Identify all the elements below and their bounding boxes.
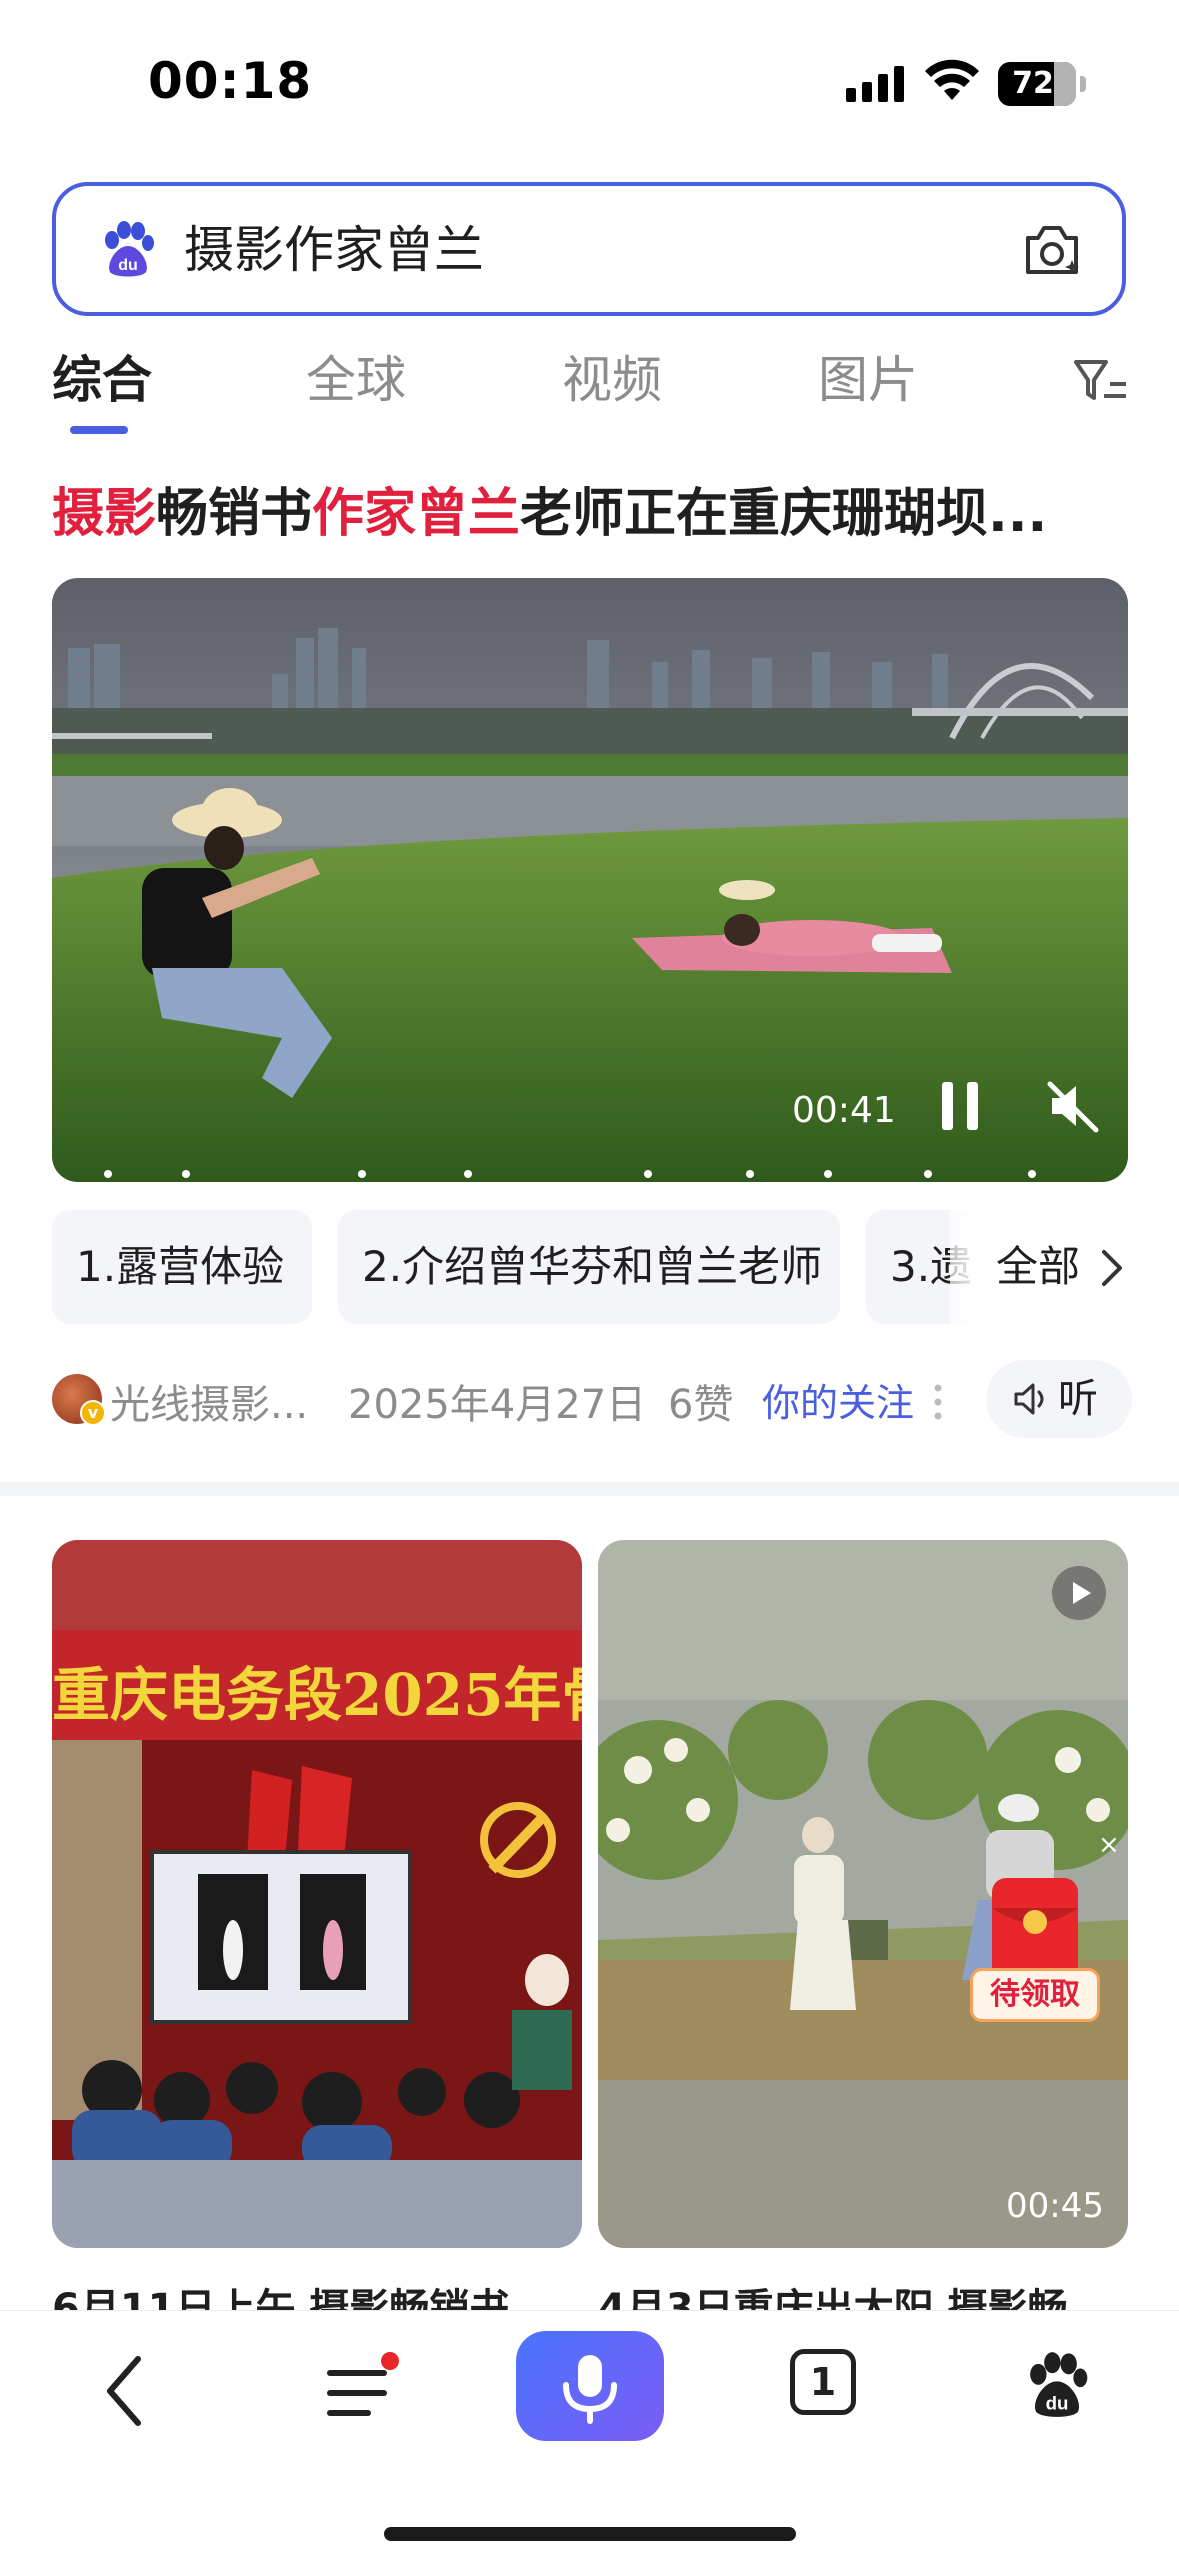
listen-label: 听: [1058, 1376, 1098, 1422]
result-meta: v 光线摄影... 2025年4月27日 6赞 你的关注 听: [52, 1360, 1132, 1440]
chapter-chip[interactable]: 1.露营体验: [52, 1210, 312, 1324]
more-options-icon[interactable]: [934, 1382, 942, 1422]
baidu-paw-icon: du: [105, 221, 154, 277]
tab-video[interactable]: 视频: [562, 348, 662, 412]
wifi-icon: [925, 59, 979, 100]
video-duration: 00:45: [1006, 2186, 1104, 2226]
active-tab-indicator: [70, 426, 128, 434]
tab-all[interactable]: 综合: [52, 348, 152, 412]
close-icon[interactable]: ×: [1098, 1830, 1120, 1860]
status-bar: 00:18 72: [0, 0, 1179, 170]
result-title-text: 老师正在重庆珊瑚坝...: [520, 484, 1048, 544]
speaker-icon: [1014, 1383, 1044, 1415]
voice-search-button[interactable]: [516, 2331, 664, 2441]
battery-level: 72: [1012, 66, 1054, 101]
video-elapsed-time: 00:41: [792, 1090, 896, 1131]
chapter-chip[interactable]: 2.介绍曾华芬和曾兰老师: [338, 1210, 840, 1324]
listen-button[interactable]: 听: [986, 1360, 1132, 1438]
play-icon: [1052, 1566, 1106, 1620]
section-divider: [0, 1482, 1179, 1496]
chapter-markers: [104, 1170, 1036, 1178]
microphone-icon: [563, 2355, 617, 2424]
cellular-signal-icon: [846, 66, 904, 102]
back-icon[interactable]: [100, 2351, 148, 2431]
mute-icon[interactable]: [1042, 1076, 1102, 1136]
bottom-navigation: 1 du: [0, 2310, 1179, 2556]
result-card[interactable]: × 待领取 00:45: [598, 1540, 1128, 2248]
home-indicator: [384, 2527, 796, 2541]
result-title-highlight: 作家曾兰: [312, 484, 521, 544]
result-title-text: 畅销书: [156, 484, 313, 544]
status-time: 00:18: [148, 52, 313, 110]
card-banner-text: 重庆电务段2025年骨干通: [52, 1661, 582, 1729]
search-input[interactable]: du 摄影作家曾兰: [52, 182, 1126, 316]
pause-icon[interactable]: [938, 1078, 982, 1134]
tab-global[interactable]: 全球: [306, 348, 406, 412]
result-title[interactable]: 摄影畅销书作家曾兰老师正在重庆珊瑚坝...: [52, 478, 1132, 550]
search-query: 摄影作家曾兰: [184, 221, 484, 279]
result-title-highlight: 摄影: [52, 484, 157, 544]
battery-icon: 72: [998, 62, 1076, 106]
card-image: [52, 1540, 582, 2248]
filter-icon[interactable]: [1070, 352, 1130, 408]
camera-search-icon[interactable]: [1018, 216, 1086, 284]
verified-badge-icon: v: [80, 1400, 106, 1426]
red-packet-label[interactable]: 待领取: [970, 1968, 1100, 2022]
follow-tag: 你的关注: [762, 1381, 915, 1425]
svg-text:du: du: [1046, 2392, 1069, 2413]
publish-date: 2025年4月27日: [348, 1382, 647, 1428]
baidu-home-icon[interactable]: du: [1022, 2351, 1092, 2421]
tab-images[interactable]: 图片: [818, 348, 918, 412]
battery-cap: [1080, 76, 1086, 92]
svg-text:du: du: [118, 257, 138, 274]
tabs-count-button[interactable]: 1: [790, 2349, 856, 2415]
like-count: 6赞: [668, 1382, 734, 1428]
chevron-right-icon: [1102, 1250, 1122, 1286]
result-card[interactable]: 重庆电务段2025年骨干通: [52, 1540, 582, 2248]
search-tabs: 综合 全球 视频 图片: [0, 340, 1179, 440]
video-player[interactable]: 00:41: [52, 578, 1128, 1182]
menu-icon[interactable]: [322, 2351, 402, 2431]
source-name[interactable]: 光线摄影...: [110, 1372, 308, 1430]
